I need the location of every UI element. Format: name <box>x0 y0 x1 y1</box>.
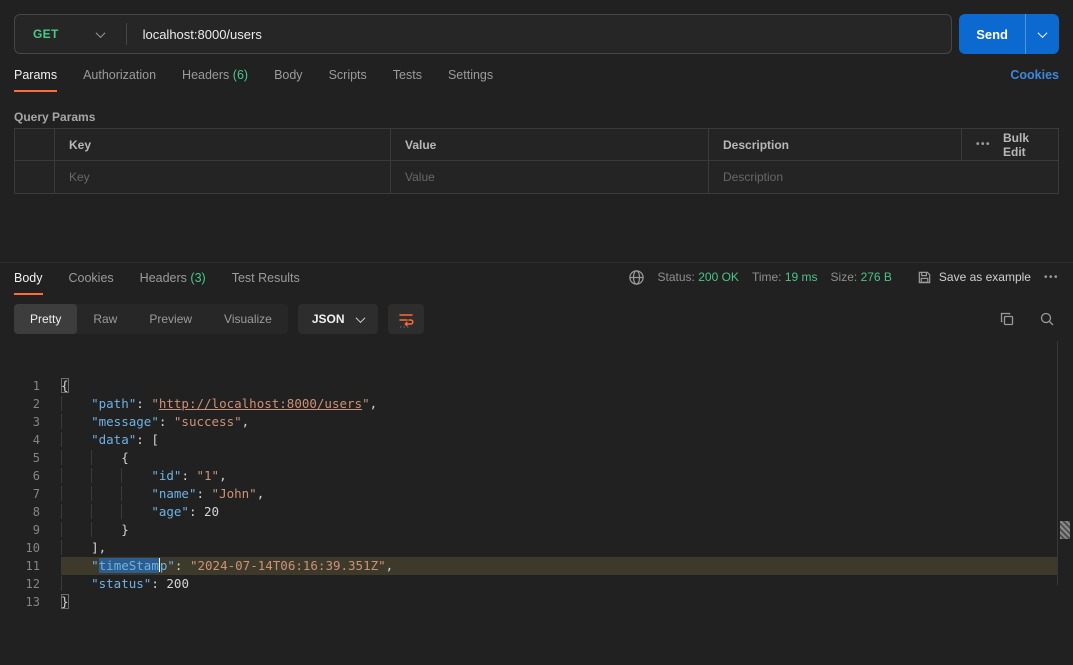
code-line[interactable]: 3 "message": "success", <box>0 413 1073 431</box>
size-text: Size: 276 B <box>831 270 892 284</box>
key-input[interactable]: Key <box>55 161 391 193</box>
view-tab-preview[interactable]: Preview <box>133 304 208 334</box>
send-button[interactable]: Send <box>959 14 1025 54</box>
time-text: Time: 19 ms <box>752 270 818 284</box>
format-dropdown[interactable]: JSON <box>298 304 378 334</box>
line-number: 5 <box>0 449 40 467</box>
response-more-options-icon[interactable]: ••• <box>1044 272 1059 283</box>
code-line[interactable]: 4 "data": [ <box>0 431 1073 449</box>
code-line[interactable]: 7 "name": "John", <box>0 485 1073 503</box>
line-number: 7 <box>0 485 40 503</box>
line-number: 12 <box>0 575 40 593</box>
cookies-link[interactable]: Cookies <box>1010 68 1059 82</box>
method-selector[interactable]: GET <box>15 27 104 41</box>
response-header: Body Cookies Headers (3) Test Results St… <box>0 263 1073 295</box>
status-value: 200 OK <box>698 270 739 284</box>
line-number: 8 <box>0 503 40 521</box>
response-body-toolbar: Pretty Raw Preview Visualize JSON <box>14 303 1059 335</box>
globe-icon[interactable] <box>628 269 645 286</box>
code-line[interactable]: 2 "path": "http://localhost:8000/users", <box>0 395 1073 413</box>
code-line[interactable]: 6 "id": "1", <box>0 467 1073 485</box>
view-tab-pretty[interactable]: Pretty <box>14 304 77 334</box>
tab-scripts[interactable]: Scripts <box>329 68 367 92</box>
editor-tools <box>999 311 1059 327</box>
tab-tests[interactable]: Tests <box>393 68 422 92</box>
query-params-table: Key Value Description ••• Bulk Edit Key … <box>14 128 1059 194</box>
response-tab-cookies[interactable]: Cookies <box>69 271 114 295</box>
chevron-down-icon <box>1038 28 1048 38</box>
description-column-header: Description <box>709 129 962 160</box>
response-meta: Status: 200 OK Time: 19 ms Size: 276 B S… <box>628 269 1059 290</box>
code-line[interactable]: 5 { <box>0 449 1073 467</box>
send-options-button[interactable] <box>1025 14 1059 54</box>
description-input[interactable]: Description <box>709 161 1058 193</box>
time-value: 19 ms <box>785 270 818 284</box>
bulk-edit-button[interactable]: Bulk Edit <box>1003 131 1048 159</box>
headers-count-badge: (6) <box>233 68 248 82</box>
line-number: 9 <box>0 521 40 539</box>
copy-icon[interactable] <box>999 311 1015 327</box>
editor-scrollbar-track[interactable] <box>1057 341 1073 585</box>
chevron-down-icon <box>355 313 365 323</box>
size-value: 276 B <box>861 270 892 284</box>
format-label: JSON <box>312 312 345 326</box>
response-headers-count-badge: (3) <box>190 271 205 285</box>
response-tab-test-results[interactable]: Test Results <box>232 271 300 295</box>
save-as-example-button[interactable]: Save as example <box>917 270 1031 285</box>
response-body-editor[interactable]: 1{2 "path": "http://localhost:8000/users… <box>0 341 1073 579</box>
line-number: 3 <box>0 413 40 431</box>
response-tab-headers[interactable]: Headers (3) <box>140 271 206 295</box>
header-actions-cell: ••• Bulk Edit <box>962 129 1058 160</box>
tab-settings[interactable]: Settings <box>448 68 493 92</box>
code-line[interactable]: 10 ], <box>0 539 1073 557</box>
send-button-group: Send <box>959 14 1059 54</box>
row-handle-cell <box>15 129 55 160</box>
url-bar: GET localhost:8000/users <box>14 14 952 54</box>
save-icon <box>917 270 932 285</box>
code-line[interactable]: 9 } <box>0 521 1073 539</box>
line-number: 6 <box>0 467 40 485</box>
line-number: 13 <box>0 593 40 611</box>
code-line[interactable]: 1{ <box>0 377 1073 395</box>
request-tabs: Params Authorization Headers (6) Body Sc… <box>14 68 1059 92</box>
line-number: 1 <box>0 377 40 395</box>
wrap-text-icon <box>397 310 415 328</box>
request-url-row: GET localhost:8000/users Send <box>14 14 1059 54</box>
view-tab-visualize[interactable]: Visualize <box>208 304 288 334</box>
value-column-header: Value <box>391 129 709 160</box>
query-params-header-row: Key Value Description ••• Bulk Edit <box>15 129 1058 161</box>
value-input[interactable]: Value <box>391 161 709 193</box>
key-column-header: Key <box>55 129 391 160</box>
line-number: 10 <box>0 539 40 557</box>
editor-scrollbar-marker[interactable] <box>1060 521 1070 539</box>
more-options-icon[interactable]: ••• <box>976 139 991 150</box>
response-tab-body[interactable]: Body <box>14 271 43 295</box>
view-mode-switch: Pretty Raw Preview Visualize <box>14 304 288 334</box>
status-text: Status: 200 OK <box>658 270 739 284</box>
tab-body[interactable]: Body <box>274 68 303 92</box>
line-number: 4 <box>0 431 40 449</box>
query-params-empty-row: Key Value Description <box>15 161 1058 193</box>
line-number: 2 <box>0 395 40 413</box>
code-lines: 1{2 "path": "http://localhost:8000/users… <box>0 377 1073 611</box>
tab-headers[interactable]: Headers (6) <box>182 68 248 92</box>
url-input[interactable]: localhost:8000/users <box>143 27 262 42</box>
line-number: 11 <box>0 557 40 575</box>
search-icon[interactable] <box>1039 311 1055 327</box>
view-tab-raw[interactable]: Raw <box>77 304 133 334</box>
code-line[interactable]: 11 "timeStamp": "2024-07-14T06:16:39.351… <box>0 557 1073 575</box>
tab-params[interactable]: Params <box>14 68 57 92</box>
code-line[interactable]: 12 "status": 200 <box>0 575 1073 593</box>
row-handle-cell <box>15 161 55 193</box>
code-line[interactable]: 13} <box>0 593 1073 611</box>
wrap-text-button[interactable] <box>388 304 424 334</box>
code-line[interactable]: 8 "age": 20 <box>0 503 1073 521</box>
query-params-title: Query Params <box>14 110 1059 124</box>
chevron-down-icon <box>95 28 105 38</box>
divider <box>126 23 127 45</box>
tab-authorization[interactable]: Authorization <box>83 68 156 92</box>
method-label: GET <box>33 27 59 41</box>
response-section: Body Cookies Headers (3) Test Results St… <box>0 262 1073 579</box>
